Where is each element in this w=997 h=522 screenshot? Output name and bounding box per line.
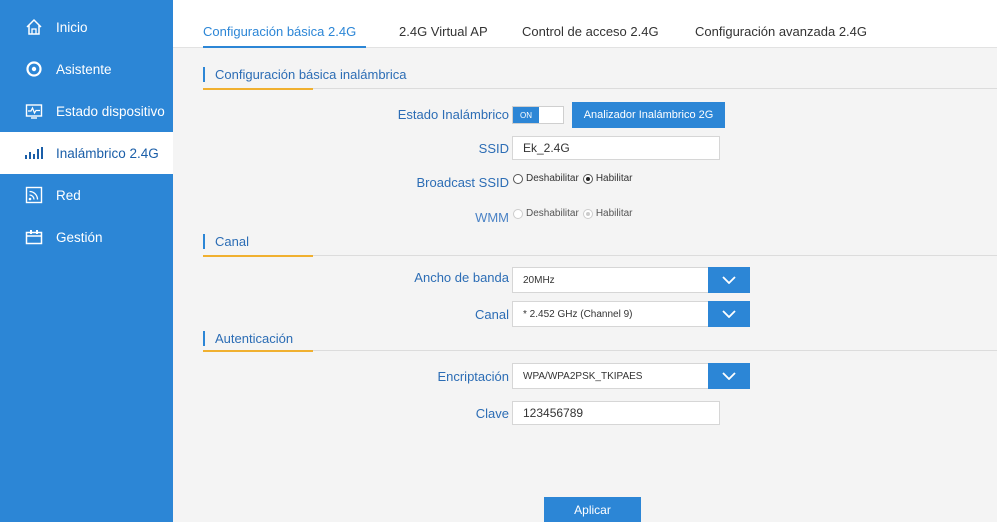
home-icon	[24, 17, 44, 37]
section-divider	[203, 350, 997, 352]
sidebar-item-red[interactable]: Red	[0, 174, 173, 216]
management-icon	[24, 227, 44, 247]
sidebar-item-label: Inicio	[56, 19, 88, 35]
toggle-on-label: ON	[513, 107, 539, 123]
channel-label: Canal	[475, 307, 509, 322]
wireless-toggle[interactable]: ON	[512, 106, 564, 124]
encryption-select[interactable]: WPA/WPA2PSK_TKIPAES	[512, 363, 750, 389]
active-tab-indicator	[203, 46, 366, 48]
ssid-input[interactable]: Ek_2.4G	[512, 136, 720, 160]
select-value: WPA/WPA2PSK_TKIPAES	[523, 370, 643, 382]
sidebar-item-wireless[interactable]: Inalámbrico 2.4G	[0, 132, 173, 174]
section-title: Autenticación	[215, 330, 294, 346]
encryption-label: Encriptación	[437, 369, 509, 384]
tab-access-control[interactable]: Control de acceso 2.4G	[522, 24, 659, 39]
chevron-down-icon[interactable]	[708, 363, 750, 389]
sidebar-item-label: Asistente	[56, 61, 112, 77]
chevron-down-icon[interactable]	[708, 301, 750, 327]
tab-bar: Configuración básica 2.4G 2.4G Virtual A…	[173, 0, 997, 48]
section-marker	[203, 330, 205, 346]
sidebar-item-label: Inalámbrico 2.4G	[56, 145, 159, 161]
broadcast-ssid-label: Broadcast SSID	[416, 175, 510, 190]
section-divider	[203, 88, 997, 90]
sidebar: Inicio Asistente Estado dispositivo Inal…	[0, 0, 173, 522]
main-panel: Configuración básica 2.4G 2.4G Virtual A…	[173, 0, 997, 522]
wmm-disable-radio[interactable]	[513, 208, 523, 219]
sidebar-item-label: Estado dispositivo	[56, 103, 165, 119]
apply-button[interactable]: Aplicar	[544, 497, 641, 522]
radio-label: Deshabilitar	[526, 173, 579, 184]
section-header-channel: Canal	[203, 228, 249, 254]
key-input[interactable]: 123456789	[512, 401, 720, 425]
sidebar-item-gestion[interactable]: Gestión	[0, 216, 173, 258]
section-marker	[203, 66, 205, 82]
radio-label: Deshabilitar	[526, 208, 579, 219]
section-title: Configuración básica inalámbrica	[215, 66, 407, 82]
wireless-analyzer-button[interactable]: Analizador Inalámbrico 2G	[572, 102, 725, 128]
section-header-basic: Configuración básica inalámbrica	[203, 61, 407, 87]
radio-label: Habilitar	[595, 208, 633, 219]
select-value: * 2.452 GHz (Channel 9)	[523, 308, 633, 320]
broadcast-disable-radio[interactable]	[513, 173, 523, 184]
signal-bars-icon	[24, 143, 44, 163]
sidebar-item-label: Red	[56, 187, 81, 203]
radio-label: Habilitar	[595, 173, 633, 184]
sidebar-item-label: Gestión	[56, 229, 103, 245]
broadcast-enable-radio[interactable]	[582, 173, 593, 184]
wizard-icon	[24, 59, 44, 79]
channel-select[interactable]: * 2.452 GHz (Channel 9)	[512, 301, 750, 327]
ssid-label: SSID	[478, 141, 509, 156]
section-header-auth: Autenticación	[203, 325, 293, 351]
broadcast-ssid-options: Deshabilitar Habilitar	[513, 173, 637, 184]
section-title: Canal	[215, 233, 249, 249]
sidebar-item-estado[interactable]: Estado dispositivo	[0, 90, 173, 132]
tab-basic-config[interactable]: Configuración básica 2.4G	[203, 24, 356, 39]
bandwidth-select[interactable]: 20MHz	[512, 267, 750, 293]
wireless-state-label: Estado Inalámbrico	[397, 107, 509, 122]
status-icon	[24, 101, 44, 121]
tab-virtual-ap[interactable]: 2.4G Virtual AP	[399, 24, 488, 39]
section-divider	[203, 255, 997, 257]
wmm-label: WMM	[475, 210, 509, 225]
bandwidth-label: Ancho de banda	[414, 270, 509, 285]
chevron-down-icon[interactable]	[708, 267, 750, 293]
network-icon	[24, 185, 44, 205]
section-marker	[203, 233, 205, 249]
select-value: 20MHz	[523, 274, 555, 286]
wmm-options: Deshabilitar Habilitar	[513, 208, 637, 219]
sidebar-item-asistente[interactable]: Asistente	[0, 48, 173, 90]
tab-advanced-config[interactable]: Configuración avanzada 2.4G	[695, 24, 867, 39]
key-label: Clave	[475, 406, 509, 421]
wmm-enable-radio[interactable]	[582, 208, 593, 219]
sidebar-item-inicio[interactable]: Inicio	[0, 6, 173, 48]
